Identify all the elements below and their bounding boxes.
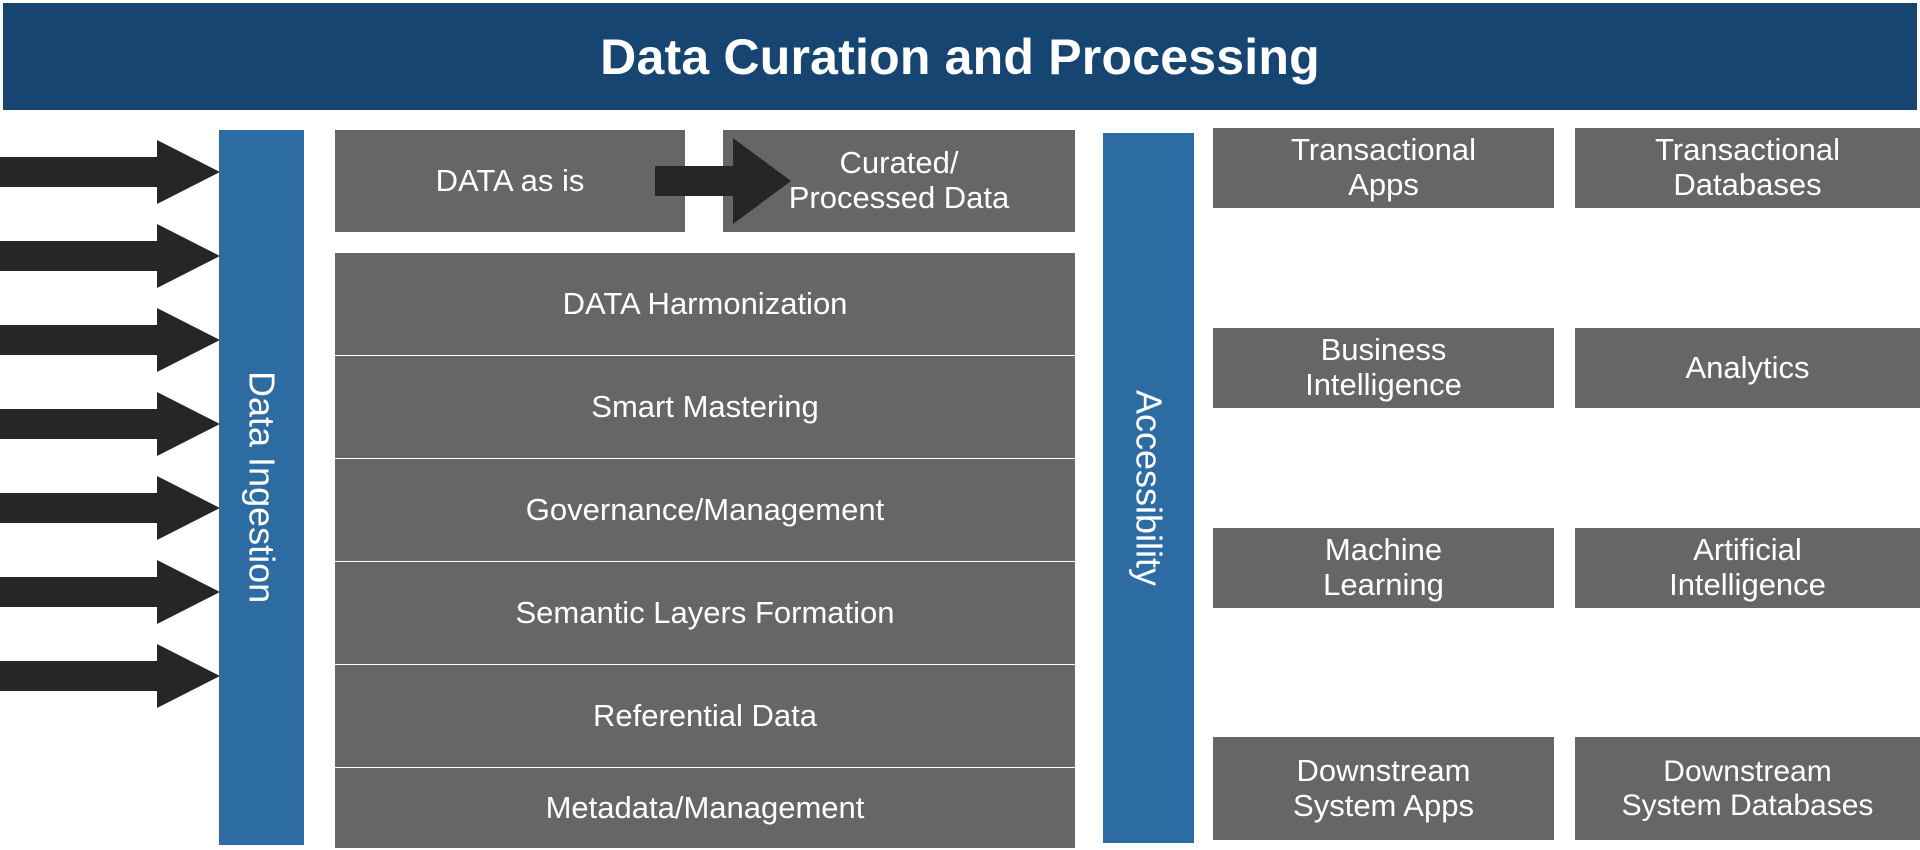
pipeline-box-semantic-layers-formation-label: Semantic Layers Formation	[515, 594, 895, 630]
accessibility-bar-label: Accessibility	[1128, 389, 1170, 587]
pipeline-box-metadata-management[interactable]: Metadata/Management	[335, 768, 1075, 848]
ingestion-arrow-6	[0, 560, 220, 624]
consumer-box-transactional-databases-label: Transactional Databases	[1655, 132, 1840, 202]
ingestion-arrow-2	[0, 224, 220, 288]
consumer-box-artificial-intelligence[interactable]: Artificial Intelligence	[1575, 528, 1920, 608]
pipeline-box-governance-management-label: Governance/Management	[525, 491, 885, 527]
pipeline-box-data-harmonization[interactable]: DATA Harmonization	[335, 253, 1075, 355]
diagram-header: Data Curation and Processing	[3, 3, 1917, 110]
page-title: Data Curation and Processing	[600, 28, 1320, 85]
consumer-box-machine-learning[interactable]: Machine Learning	[1213, 528, 1554, 608]
data-ingestion-bar[interactable]: Data Ingestion	[219, 130, 304, 845]
consumer-box-artificial-intelligence-label: Artificial Intelligence	[1669, 532, 1826, 602]
diagram-canvas: Data Curation and Processing Data Ingest…	[0, 0, 1920, 850]
ingestion-arrow-7	[0, 644, 220, 708]
ingestion-arrow-3	[0, 308, 220, 372]
consumer-box-transactional-apps-label: Transactional Apps	[1291, 132, 1476, 202]
pipeline-box-semantic-layers-formation[interactable]: Semantic Layers Formation	[335, 562, 1075, 664]
consumer-box-business-intelligence[interactable]: Business Intelligence	[1213, 328, 1554, 408]
consumer-box-downstream-system-databases-label: Downstream System Databases	[1621, 754, 1874, 822]
consumer-box-downstream-system-databases[interactable]: Downstream System Databases	[1575, 737, 1920, 840]
pipeline-box-data-as-is-label: DATA as is	[435, 162, 585, 198]
pipeline-box-referential-data[interactable]: Referential Data	[335, 665, 1075, 767]
ingestion-arrow-1	[0, 140, 220, 204]
consumer-box-business-intelligence-label: Business Intelligence	[1305, 332, 1462, 402]
data-ingestion-bar-label: Data Ingestion	[241, 371, 283, 604]
consumer-box-analytics[interactable]: Analytics	[1575, 328, 1920, 408]
consumer-box-downstream-system-apps[interactable]: Downstream System Apps	[1213, 737, 1554, 840]
accessibility-bar[interactable]: Accessibility	[1103, 133, 1194, 843]
pipeline-box-smart-mastering[interactable]: Smart Mastering	[335, 356, 1075, 458]
pipeline-box-smart-mastering-label: Smart Mastering	[591, 388, 819, 424]
consumer-box-transactional-apps[interactable]: Transactional Apps	[1213, 128, 1554, 208]
pipeline-box-data-as-is[interactable]: DATA as is	[335, 130, 685, 232]
pipeline-box-data-harmonization-label: DATA Harmonization	[562, 285, 848, 321]
pipeline-box-metadata-management-label: Metadata/Management	[545, 789, 865, 825]
pipeline-box-curated-processed-data-label: Curated/ Processed Data	[788, 145, 1010, 215]
pipeline-box-curated-processed-data[interactable]: Curated/ Processed Data	[723, 130, 1075, 232]
pipeline-box-referential-data-label: Referential Data	[592, 697, 817, 733]
consumer-box-downstream-system-apps-label: Downstream System Apps	[1293, 752, 1474, 823]
consumer-box-analytics-label: Analytics	[1685, 349, 1810, 385]
ingestion-arrow-5	[0, 476, 220, 540]
ingestion-arrow-4	[0, 392, 220, 456]
pipeline-box-governance-management[interactable]: Governance/Management	[335, 459, 1075, 561]
consumer-box-transactional-databases[interactable]: Transactional Databases	[1575, 128, 1920, 208]
consumer-box-machine-learning-label: Machine Learning	[1323, 532, 1444, 602]
